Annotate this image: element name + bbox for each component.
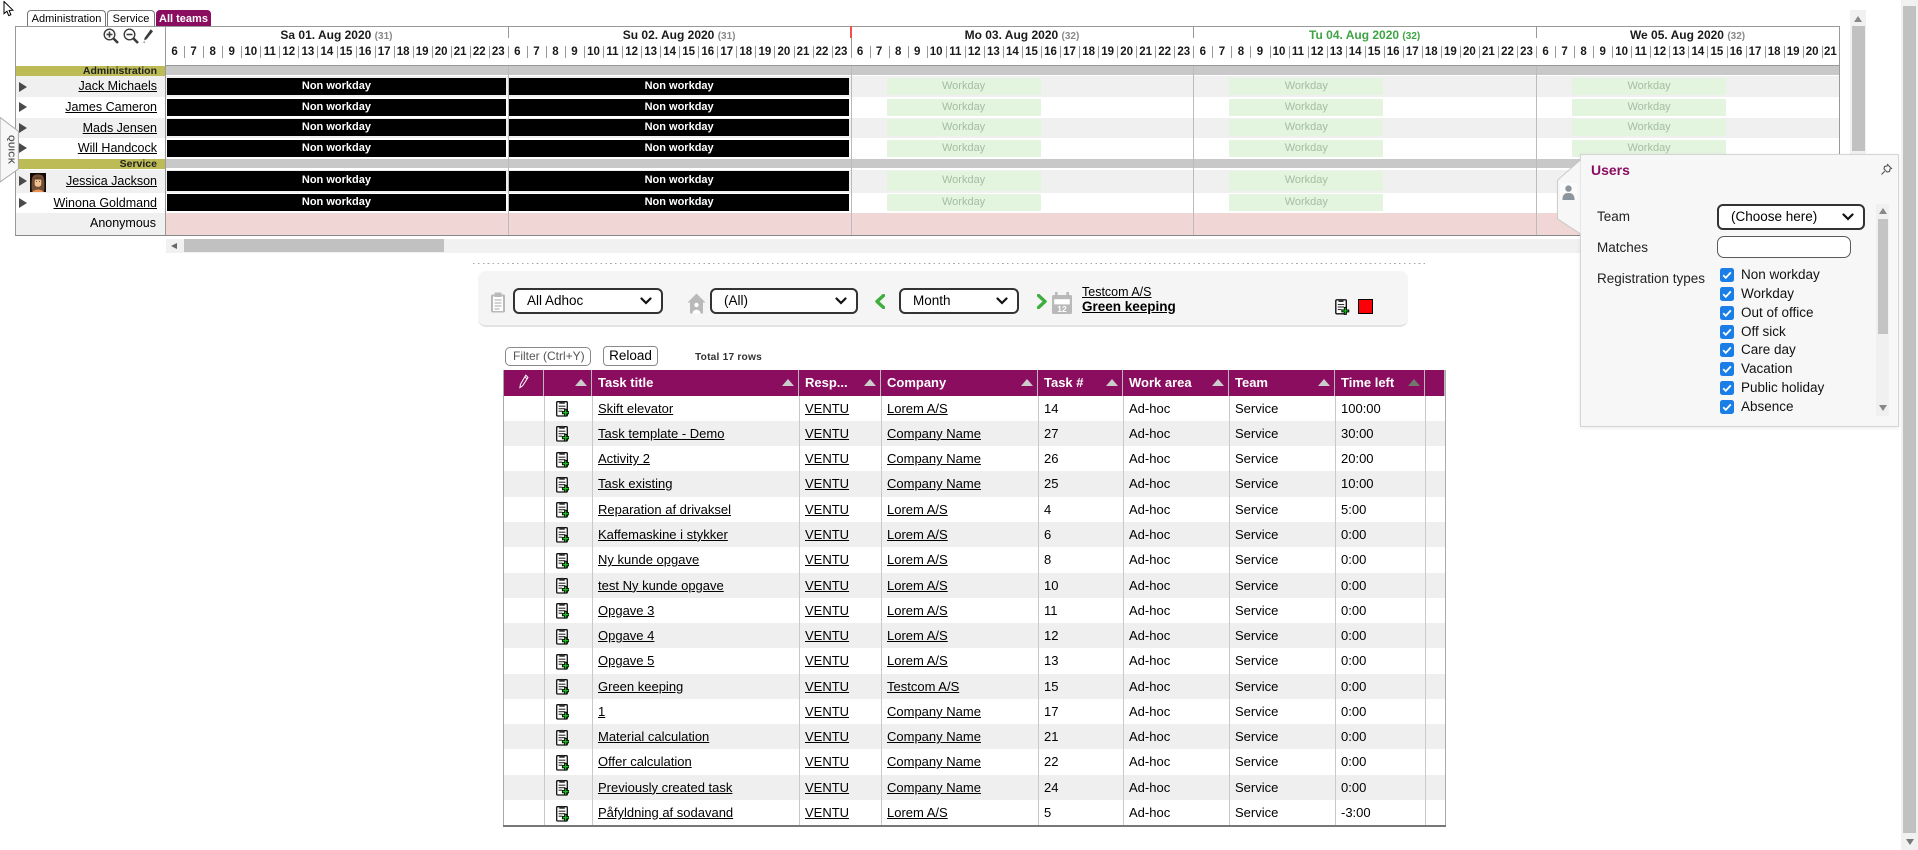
svg-text:12: 12	[1057, 304, 1067, 314]
